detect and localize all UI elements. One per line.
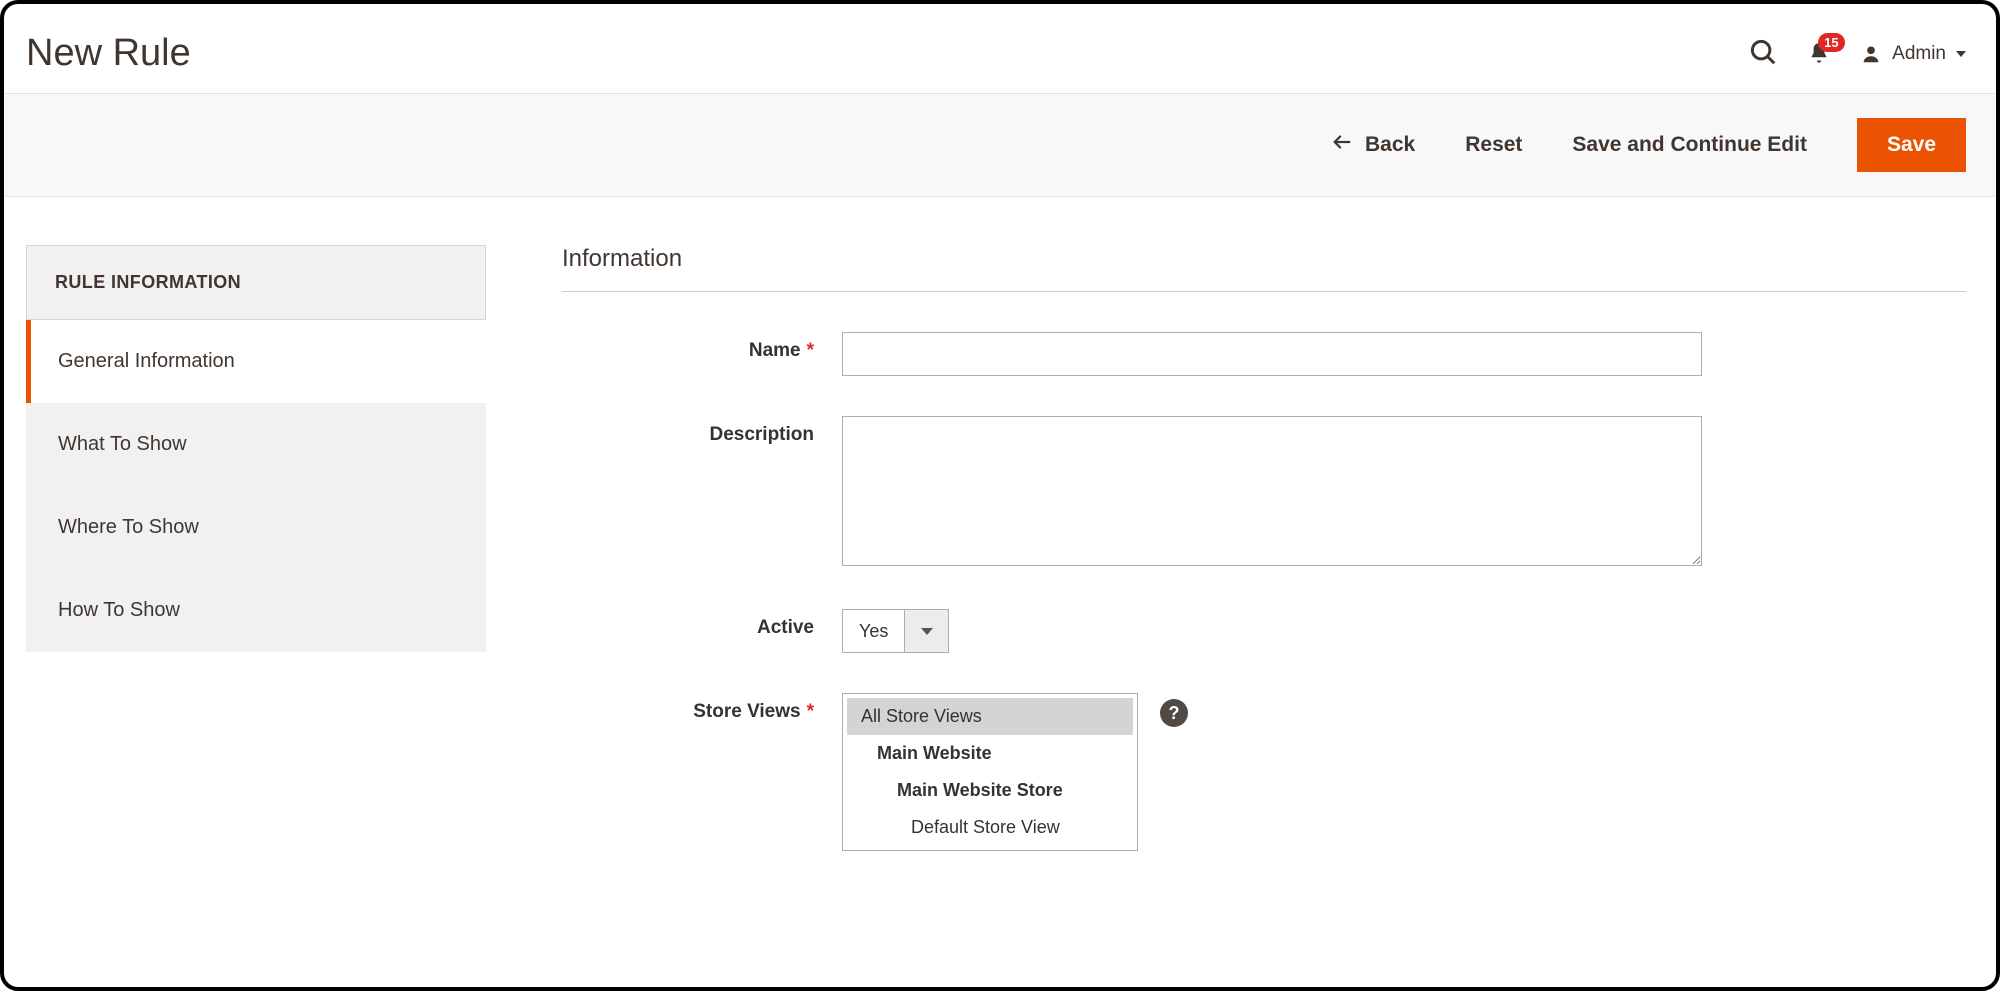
description-label: Description [562,416,842,446]
rule-sidebar: RULE INFORMATION General Information Wha… [26,245,486,891]
notifications-badge: 15 [1818,33,1844,52]
page-title: New Rule [26,32,191,75]
section-heading: Information [562,245,1966,292]
save-continue-button[interactable]: Save and Continue Edit [1572,133,1807,157]
arrow-left-icon [1331,131,1353,159]
active-select[interactable]: Yes [842,609,949,653]
back-button[interactable]: Back [1331,131,1415,159]
tab-where-to-show[interactable]: Where To Show [26,486,486,569]
store-views-group-website[interactable]: Main Website [847,735,1133,772]
search-icon[interactable] [1748,37,1778,70]
description-textarea[interactable] [842,416,1702,566]
name-input[interactable] [842,332,1702,376]
action-toolbar: Back Reset Save and Continue Edit Save [4,93,1996,197]
name-label: Name* [562,332,842,362]
admin-account-menu[interactable]: Admin [1860,43,1966,65]
save-button[interactable]: Save [1857,118,1966,172]
active-label: Active [562,609,842,639]
chevron-down-icon [904,610,948,652]
tab-how-to-show[interactable]: How To Show [26,569,486,652]
store-views-option-default[interactable]: Default Store View [847,809,1133,846]
help-icon[interactable]: ? [1160,699,1188,727]
active-select-value: Yes [843,610,904,652]
notifications-button[interactable]: 15 [1806,41,1832,67]
back-label: Back [1365,133,1415,157]
chevron-down-icon [1956,51,1966,57]
store-views-option-all[interactable]: All Store Views [847,698,1133,735]
tab-what-to-show[interactable]: What To Show [26,403,486,486]
reset-button[interactable]: Reset [1465,133,1522,157]
store-views-label: Store Views* [562,693,842,723]
tab-general-information[interactable]: General Information [26,320,486,403]
admin-name: Admin [1892,43,1946,65]
store-views-group-store[interactable]: Main Website Store [847,772,1133,809]
store-views-multiselect[interactable]: All Store Views Main Website Main Websit… [842,693,1138,851]
sidebar-title: RULE INFORMATION [26,245,486,320]
